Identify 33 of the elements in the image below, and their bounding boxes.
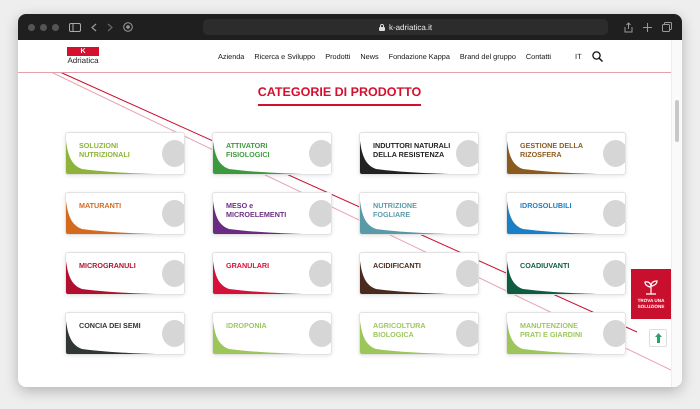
scrollbar-thumb[interactable] — [675, 100, 679, 142]
forward-icon[interactable] — [107, 22, 113, 32]
logo-text[interactable]: Adriatica — [67, 56, 99, 65]
lock-icon — [378, 24, 385, 30]
photo-placeholder — [456, 140, 478, 167]
sprout-icon — [643, 279, 659, 295]
plus-icon[interactable] — [643, 22, 652, 32]
back-icon[interactable] — [91, 22, 97, 32]
photo-placeholder — [162, 140, 184, 167]
photo-placeholder — [162, 320, 184, 347]
photo-placeholder — [456, 260, 478, 287]
photo-placeholder — [603, 140, 625, 167]
sidebar-icon[interactable] — [69, 22, 81, 32]
photo-placeholder — [309, 320, 331, 347]
address-bar[interactable]: k-adriatica.it — [203, 19, 608, 35]
page-title: CATEGORIE DI PRODOTTO — [258, 85, 422, 106]
photo-placeholder — [603, 200, 625, 227]
scroll-top-button[interactable] — [649, 329, 667, 347]
photo-placeholder — [603, 260, 625, 287]
arrow-up-icon — [654, 333, 662, 343]
photo-placeholder — [309, 140, 331, 167]
photo-placeholder — [456, 200, 478, 227]
photo-placeholder — [162, 260, 184, 287]
search-icon[interactable] — [592, 50, 603, 62]
photo-placeholder — [162, 200, 184, 227]
photo-placeholder — [456, 320, 478, 347]
photo-placeholder — [309, 200, 331, 227]
share-icon[interactable] — [624, 22, 633, 32]
privacy-icon[interactable] — [123, 22, 133, 32]
photo-placeholder — [603, 320, 625, 347]
url-text: k-adriatica.it — [388, 22, 432, 32]
photo-placeholder — [309, 260, 331, 287]
tabs-icon[interactable] — [662, 22, 672, 32]
